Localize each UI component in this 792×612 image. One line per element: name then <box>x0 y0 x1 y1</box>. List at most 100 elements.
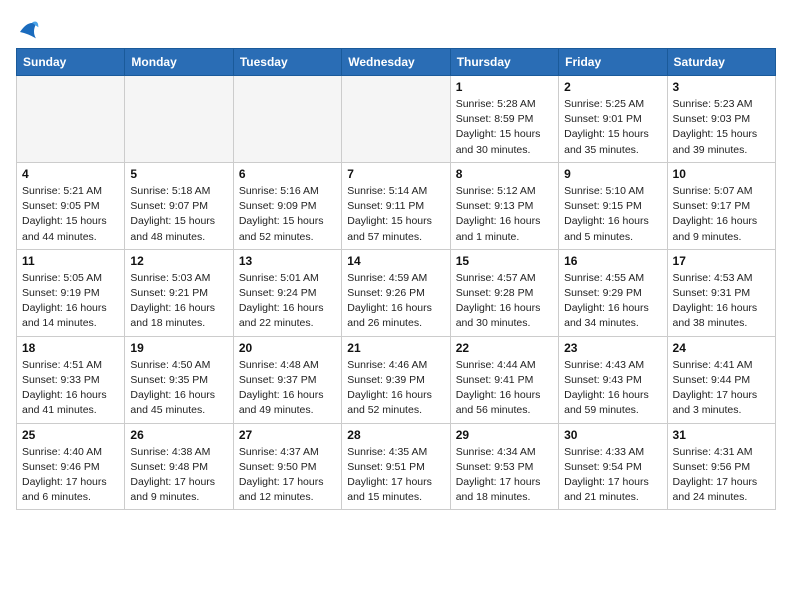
calendar-cell: 18 Sunrise: 4:51 AM Sunset: 9:33 PM Dayli… <box>17 336 125 423</box>
day-number: 22 <box>456 341 553 355</box>
day-number: 27 <box>239 428 336 442</box>
day-info: Sunrise: 5:14 AM Sunset: 9:11 PM Dayligh… <box>347 184 444 245</box>
calendar-cell: 9 Sunrise: 5:10 AM Sunset: 9:15 PM Daylig… <box>559 162 667 249</box>
day-header-wednesday: Wednesday <box>342 49 450 76</box>
day-number: 24 <box>673 341 770 355</box>
calendar-week-row: 18 Sunrise: 4:51 AM Sunset: 9:33 PM Dayli… <box>17 336 776 423</box>
calendar-cell: 5 Sunrise: 5:18 AM Sunset: 9:07 PM Daylig… <box>125 162 233 249</box>
day-number: 7 <box>347 167 444 181</box>
day-info: Sunrise: 4:37 AM Sunset: 9:50 PM Dayligh… <box>239 445 336 506</box>
day-number: 17 <box>673 254 770 268</box>
calendar-cell: 10 Sunrise: 5:07 AM Sunset: 9:17 PM Dayli… <box>667 162 775 249</box>
day-header-sunday: Sunday <box>17 49 125 76</box>
calendar-cell: 12Sunrise: 5:03 AM Sunset: 9:21 PM Dayli… <box>125 249 233 336</box>
day-number: 14 <box>347 254 444 268</box>
day-info: Sunrise: 4:51 AM Sunset: 9:33 PM Dayligh… <box>22 358 119 419</box>
calendar-cell: 20 Sunrise: 4:48 AM Sunset: 9:37 PM Dayli… <box>233 336 341 423</box>
day-info: Sunrise: 5:10 AM Sunset: 9:15 PM Dayligh… <box>564 184 661 245</box>
day-header-thursday: Thursday <box>450 49 558 76</box>
day-number: 2 <box>564 80 661 94</box>
day-header-saturday: Saturday <box>667 49 775 76</box>
day-number: 29 <box>456 428 553 442</box>
calendar-cell: 4 Sunrise: 5:21 AM Sunset: 9:05 PM Daylig… <box>17 162 125 249</box>
day-info: Sunrise: 4:33 AM Sunset: 9:54 PM Dayligh… <box>564 445 661 506</box>
day-info: Sunrise: 4:34 AM Sunset: 9:53 PM Dayligh… <box>456 445 553 506</box>
day-info: Sunrise: 5:03 AM Sunset: 9:21 PM Dayligh… <box>130 271 227 332</box>
day-number: 3 <box>673 80 770 94</box>
day-info: Sunrise: 5:01 AM Sunset: 9:24 PM Dayligh… <box>239 271 336 332</box>
day-info: Sunrise: 4:38 AM Sunset: 9:48 PM Dayligh… <box>130 445 227 506</box>
day-number: 18 <box>22 341 119 355</box>
calendar-cell <box>233 76 341 163</box>
calendar-table: SundayMondayTuesdayWednesdayThursdayFrid… <box>16 48 776 510</box>
calendar-cell: 8 Sunrise: 5:12 AM Sunset: 9:13 PM Daylig… <box>450 162 558 249</box>
day-number: 9 <box>564 167 661 181</box>
day-info: Sunrise: 5:25 AM Sunset: 9:01 PM Dayligh… <box>564 97 661 158</box>
day-info: Sunrise: 4:57 AM Sunset: 9:28 PM Dayligh… <box>456 271 553 332</box>
calendar-cell: 26 Sunrise: 4:38 AM Sunset: 9:48 PM Dayli… <box>125 423 233 510</box>
calendar-cell: 14 Sunrise: 4:59 AM Sunset: 9:26 PM Dayli… <box>342 249 450 336</box>
day-info: Sunrise: 4:40 AM Sunset: 9:46 PM Dayligh… <box>22 445 119 506</box>
day-info: Sunrise: 4:35 AM Sunset: 9:51 PM Dayligh… <box>347 445 444 506</box>
calendar-cell: 16 Sunrise: 4:55 AM Sunset: 9:29 PM Dayli… <box>559 249 667 336</box>
day-number: 30 <box>564 428 661 442</box>
calendar-cell: 31Sunrise: 4:31 AM Sunset: 9:56 PM Dayli… <box>667 423 775 510</box>
day-number: 28 <box>347 428 444 442</box>
day-info: Sunrise: 4:53 AM Sunset: 9:31 PM Dayligh… <box>673 271 770 332</box>
day-info: Sunrise: 5:12 AM Sunset: 9:13 PM Dayligh… <box>456 184 553 245</box>
calendar-cell: 21Sunrise: 4:46 AM Sunset: 9:39 PM Dayli… <box>342 336 450 423</box>
day-number: 21 <box>347 341 444 355</box>
day-number: 25 <box>22 428 119 442</box>
day-info: Sunrise: 5:21 AM Sunset: 9:05 PM Dayligh… <box>22 184 119 245</box>
day-number: 15 <box>456 254 553 268</box>
calendar-header-row: SundayMondayTuesdayWednesdayThursdayFrid… <box>17 49 776 76</box>
day-info: Sunrise: 5:23 AM Sunset: 9:03 PM Dayligh… <box>673 97 770 158</box>
day-info: Sunrise: 4:44 AM Sunset: 9:41 PM Dayligh… <box>456 358 553 419</box>
day-number: 20 <box>239 341 336 355</box>
calendar-cell: 30 Sunrise: 4:33 AM Sunset: 9:54 PM Dayli… <box>559 423 667 510</box>
day-info: Sunrise: 4:55 AM Sunset: 9:29 PM Dayligh… <box>564 271 661 332</box>
logo <box>16 16 44 40</box>
day-info: Sunrise: 5:16 AM Sunset: 9:09 PM Dayligh… <box>239 184 336 245</box>
day-info: Sunrise: 5:07 AM Sunset: 9:17 PM Dayligh… <box>673 184 770 245</box>
calendar-cell <box>125 76 233 163</box>
calendar-cell: 28 Sunrise: 4:35 AM Sunset: 9:51 PM Dayli… <box>342 423 450 510</box>
day-number: 26 <box>130 428 227 442</box>
calendar-cell: 19 Sunrise: 4:50 AM Sunset: 9:35 PM Dayli… <box>125 336 233 423</box>
calendar-cell: 17 Sunrise: 4:53 AM Sunset: 9:31 PM Dayli… <box>667 249 775 336</box>
calendar-cell: 23 Sunrise: 4:43 AM Sunset: 9:43 PM Dayli… <box>559 336 667 423</box>
calendar-cell: 3 Sunrise: 5:23 AM Sunset: 9:03 PM Daylig… <box>667 76 775 163</box>
calendar-cell: 13 Sunrise: 5:01 AM Sunset: 9:24 PM Dayli… <box>233 249 341 336</box>
day-header-monday: Monday <box>125 49 233 76</box>
day-info: Sunrise: 4:31 AM Sunset: 9:56 PM Dayligh… <box>673 445 770 506</box>
day-number: 5 <box>130 167 227 181</box>
calendar-cell: 29 Sunrise: 4:34 AM Sunset: 9:53 PM Dayli… <box>450 423 558 510</box>
day-number: 23 <box>564 341 661 355</box>
day-number: 10 <box>673 167 770 181</box>
day-header-friday: Friday <box>559 49 667 76</box>
day-info: Sunrise: 4:59 AM Sunset: 9:26 PM Dayligh… <box>347 271 444 332</box>
day-info: Sunrise: 5:05 AM Sunset: 9:19 PM Dayligh… <box>22 271 119 332</box>
day-info: Sunrise: 4:50 AM Sunset: 9:35 PM Dayligh… <box>130 358 227 419</box>
day-info: Sunrise: 5:18 AM Sunset: 9:07 PM Dayligh… <box>130 184 227 245</box>
day-info: Sunrise: 4:48 AM Sunset: 9:37 PM Dayligh… <box>239 358 336 419</box>
calendar-cell: 6Sunrise: 5:16 AM Sunset: 9:09 PM Daylig… <box>233 162 341 249</box>
calendar-cell: 11Sunrise: 5:05 AM Sunset: 9:19 PM Dayli… <box>17 249 125 336</box>
day-number: 13 <box>239 254 336 268</box>
calendar-cell: 25 Sunrise: 4:40 AM Sunset: 9:46 PM Dayli… <box>17 423 125 510</box>
day-info: Sunrise: 5:28 AM Sunset: 8:59 PM Dayligh… <box>456 97 553 158</box>
calendar-cell: 15 Sunrise: 4:57 AM Sunset: 9:28 PM Dayli… <box>450 249 558 336</box>
day-info: Sunrise: 4:41 AM Sunset: 9:44 PM Dayligh… <box>673 358 770 419</box>
day-number: 4 <box>22 167 119 181</box>
calendar-cell: 24 Sunrise: 4:41 AM Sunset: 9:44 PM Dayli… <box>667 336 775 423</box>
calendar-cell: 2 Sunrise: 5:25 AM Sunset: 9:01 PM Daylig… <box>559 76 667 163</box>
day-number: 8 <box>456 167 553 181</box>
calendar-cell: 22 Sunrise: 4:44 AM Sunset: 9:41 PM Dayli… <box>450 336 558 423</box>
page-header <box>16 16 776 40</box>
calendar-cell <box>17 76 125 163</box>
day-info: Sunrise: 4:43 AM Sunset: 9:43 PM Dayligh… <box>564 358 661 419</box>
day-number: 19 <box>130 341 227 355</box>
calendar-cell: 1Sunrise: 5:28 AM Sunset: 8:59 PM Daylig… <box>450 76 558 163</box>
calendar-week-row: 1Sunrise: 5:28 AM Sunset: 8:59 PM Daylig… <box>17 76 776 163</box>
day-number: 16 <box>564 254 661 268</box>
